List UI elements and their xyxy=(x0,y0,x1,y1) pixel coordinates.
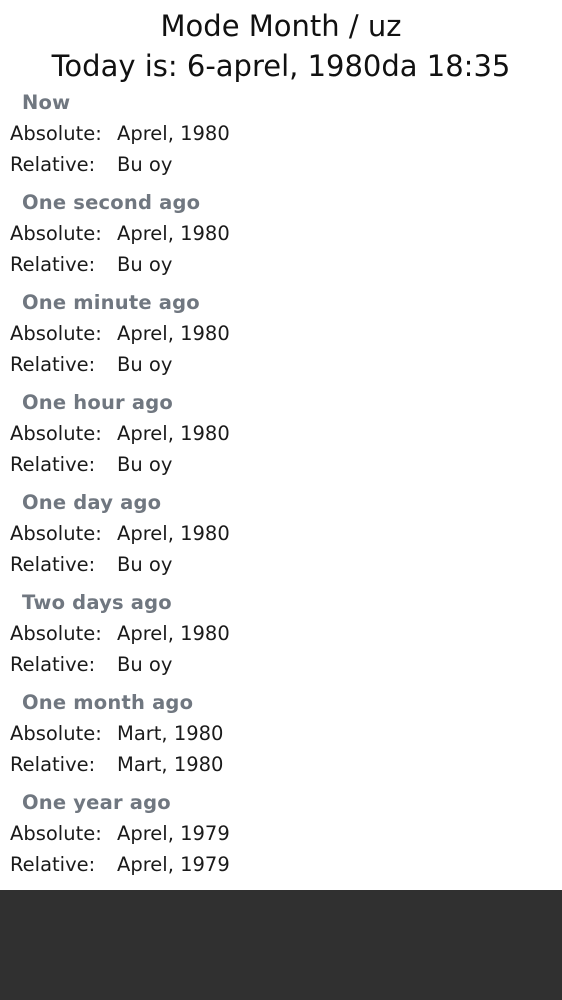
section-title: One year ago xyxy=(22,791,171,814)
absolute-label: Absolute: xyxy=(10,822,102,845)
absolute-row: Absolute: Aprel, 1980 xyxy=(10,221,230,247)
relative-row: Relative: Bu oy xyxy=(10,252,172,278)
absolute-label: Absolute: xyxy=(10,322,102,345)
section-one-second-ago: One second ago Absolute: Aprel, 1980 Rela… xyxy=(0,190,562,280)
today-label: Today is: 6-aprel, 1980da 18:35 xyxy=(51,49,511,83)
absolute-label: Absolute: xyxy=(10,522,102,545)
content-area: Mode Month / uz Today is: 6-aprel, 1980d… xyxy=(0,0,562,890)
relative-value: Aprel, 1979 xyxy=(117,853,230,876)
relative-row: Relative: Mart, 1980 xyxy=(10,752,223,778)
section-one-hour-ago: One hour ago Absolute: Aprel, 1980 Relati… xyxy=(0,390,562,480)
section-title: One day ago xyxy=(22,491,162,514)
relative-label: Relative: xyxy=(10,753,96,776)
absolute-value: Aprel, 1980 xyxy=(117,522,230,545)
section-title: One minute ago xyxy=(22,291,200,314)
relative-value: Bu oy xyxy=(117,553,173,576)
absolute-value: Aprel, 1980 xyxy=(117,622,230,645)
absolute-label: Absolute: xyxy=(10,222,102,245)
absolute-row: Absolute: Aprel, 1980 xyxy=(10,121,230,147)
relative-row: Relative: Bu oy xyxy=(10,652,172,678)
absolute-row: Absolute: Aprel, 1980 xyxy=(10,521,230,547)
relative-row: Relative: Bu oy xyxy=(10,152,172,178)
absolute-value: Aprel, 1980 xyxy=(117,222,230,245)
absolute-value: Aprel, 1980 xyxy=(117,422,230,445)
relative-label: Relative: xyxy=(10,453,96,476)
absolute-row: Absolute: Aprel, 1980 xyxy=(10,421,230,447)
relative-label: Relative: xyxy=(10,253,96,276)
section-one-month-ago: One month ago Absolute: Mart, 1980 Relati… xyxy=(0,690,562,780)
relative-value: Bu oy xyxy=(117,453,173,476)
relative-label: Relative: xyxy=(10,153,96,176)
section-title: One hour ago xyxy=(22,391,173,414)
absolute-value: Mart, 1980 xyxy=(117,722,224,745)
absolute-row: Absolute: Aprel, 1979 xyxy=(10,821,230,847)
section-one-day-ago: One day ago Absolute: Aprel, 1980 Relativ… xyxy=(0,490,562,580)
relative-label: Relative: xyxy=(10,553,96,576)
relative-value: Bu oy xyxy=(117,653,173,676)
relative-label: Relative: xyxy=(10,853,96,876)
relative-value: Bu oy xyxy=(117,353,173,376)
section-title: Now xyxy=(22,91,71,114)
relative-value: Mart, 1980 xyxy=(117,753,224,776)
relative-row: Relative: Bu oy xyxy=(10,352,172,378)
relative-row: Relative: Bu oy xyxy=(10,552,172,578)
relative-row: Relative: Aprel, 1979 xyxy=(10,852,230,878)
relative-value: Bu oy xyxy=(117,153,173,176)
absolute-row: Absolute: Aprel, 1980 xyxy=(10,321,230,347)
section-title: Two days ago xyxy=(22,591,172,614)
app-screen: Mode Month / uz Today is: 6-aprel, 1980d… xyxy=(0,0,562,1000)
relative-value: Bu oy xyxy=(117,253,173,276)
absolute-label: Absolute: xyxy=(10,422,102,445)
absolute-label: Absolute: xyxy=(10,722,102,745)
section-title: One month ago xyxy=(22,691,194,714)
header: Mode Month / uz Today is: 6-aprel, 1980d… xyxy=(0,0,562,85)
absolute-value: Aprel, 1980 xyxy=(117,122,230,145)
section-one-minute-ago: One minute ago Absolute: Aprel, 1980 Rela… xyxy=(0,290,562,380)
section-title: One second ago xyxy=(22,191,201,214)
absolute-label: Absolute: xyxy=(10,622,102,645)
relative-label: Relative: xyxy=(10,653,96,676)
absolute-value: Aprel, 1979 xyxy=(117,822,230,845)
section-now: Now Absolute: Aprel, 1980 Relative: Bu oy xyxy=(0,90,562,180)
absolute-label: Absolute: xyxy=(10,122,102,145)
section-two-days-ago: Two days ago Absolute: Aprel, 1980 Relati… xyxy=(0,590,562,680)
section-one-year-ago: One year ago Absolute: Aprel, 1979 Relati… xyxy=(0,790,562,880)
relative-row: Relative: Bu oy xyxy=(10,452,172,478)
absolute-row: Absolute: Mart, 1980 xyxy=(10,721,223,747)
page-title: Mode Month / uz xyxy=(160,9,402,43)
absolute-row: Absolute: Aprel, 1980 xyxy=(10,621,230,647)
system-navigation-bar xyxy=(0,890,562,1000)
absolute-value: Aprel, 1980 xyxy=(117,322,230,345)
relative-label: Relative: xyxy=(10,353,96,376)
